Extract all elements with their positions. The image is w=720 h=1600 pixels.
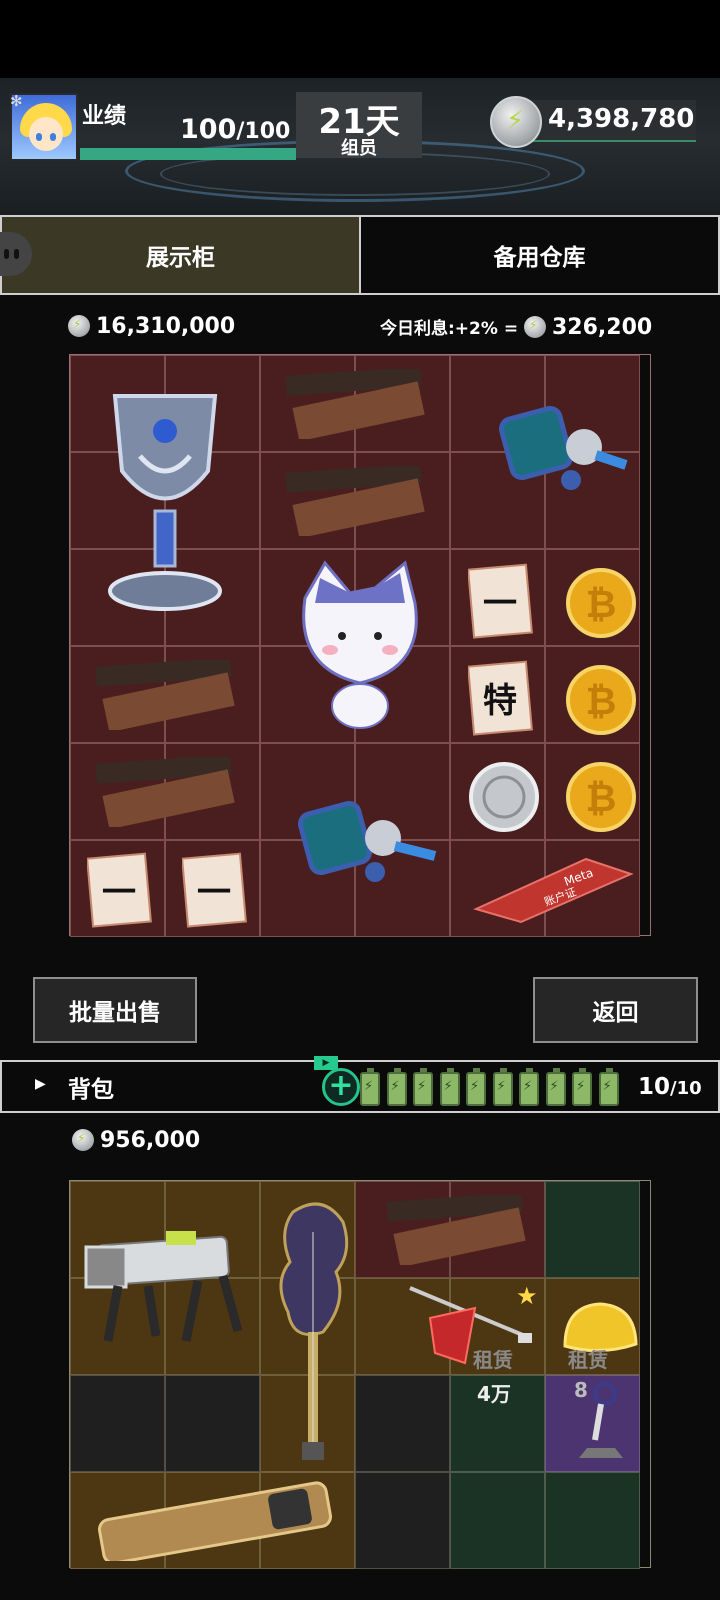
battery-icon — [413, 1068, 433, 1106]
backpack-grid: ★ 租赁 租赁 4万 8 — [69, 1180, 651, 1569]
battery-icon — [572, 1068, 592, 1106]
performance-max: /100 — [236, 119, 291, 144]
performance-value: 100/100 — [180, 114, 290, 145]
display-value-text: 16,310,000 — [96, 314, 236, 339]
backpack-title: 背包 — [68, 1077, 114, 1103]
performance-bar — [80, 148, 296, 160]
energy-coin-icon — [72, 1129, 94, 1151]
bitcoin-icon[interactable]: ₿ — [553, 555, 648, 650]
guitar-icon[interactable] — [265, 1181, 360, 1472]
performance-bar-fill — [80, 148, 296, 160]
bitcoin-icon[interactable]: ₿ — [553, 652, 648, 747]
battery-icon — [386, 1068, 407, 1106]
energy-coin-icon — [68, 315, 90, 337]
cat-plush-icon[interactable] — [265, 550, 455, 740]
card-icon[interactable]: 特 — [456, 652, 546, 742]
bitcoin-icon[interactable]: ₿ — [553, 749, 648, 844]
robot-dog-icon[interactable] — [75, 1201, 260, 1361]
rent-label: 租赁 — [473, 1348, 513, 1372]
battery-icon — [598, 1068, 619, 1106]
backpack-bar[interactable]: ▶ 背包 ▶ + 10/10 — [0, 1056, 720, 1113]
battery-icon — [519, 1068, 539, 1106]
chocolate-box-icon[interactable] — [75, 749, 255, 835]
card-text: 一 — [197, 873, 231, 913]
performance-label: 业绩 — [82, 104, 127, 129]
svg-text:₿: ₿ — [585, 582, 616, 626]
coin-total: 4,398,780 — [548, 104, 695, 134]
star-icon: ★ — [516, 1282, 538, 1310]
battery-current: 10 — [638, 1074, 671, 1100]
svg-text:₿: ₿ — [585, 776, 616, 820]
battery-icon — [360, 1068, 380, 1106]
phone-icon[interactable] — [75, 1476, 355, 1566]
silver-coin-icon[interactable] — [456, 749, 551, 844]
chocolate-box-icon[interactable] — [75, 652, 255, 738]
display-value: 16,310,000 — [68, 314, 235, 339]
chocolate-box-icon[interactable] — [265, 361, 445, 447]
gear-icon[interactable]: ✻ — [10, 92, 23, 110]
interest-value: 326,200 — [552, 315, 653, 340]
trophy-icon[interactable] — [70, 355, 260, 646]
batch-sell-button[interactable]: 批量出售 — [33, 977, 197, 1043]
expand-arrow-icon[interactable]: ▶ — [35, 1076, 46, 1092]
card-text: 特 — [483, 681, 517, 721]
robot-icon[interactable] — [265, 765, 455, 925]
keyring-icon[interactable] — [553, 1375, 648, 1470]
backpack-value-text: 956,000 — [100, 1128, 201, 1153]
chocolate-box-icon[interactable] — [265, 458, 445, 544]
interest-label: 今日利息:+2% = — [380, 319, 519, 339]
battery-count: 10/10 — [638, 1074, 702, 1100]
energy-coin-icon: ⚡ — [490, 96, 542, 148]
rent-label: 租赁 — [568, 1348, 608, 1372]
battery-max: /10 — [670, 1078, 702, 1099]
daily-interest: 今日利息:+2% = 326,200 — [380, 314, 652, 340]
robot-icon[interactable] — [456, 375, 646, 525]
tab-spare-warehouse[interactable]: 备用仓库 — [361, 217, 718, 293]
tab-display-cabinet[interactable]: 展示柜 — [2, 217, 361, 293]
battery-icon — [439, 1068, 460, 1106]
battery-icon — [492, 1068, 513, 1106]
card-icon[interactable]: 一 — [456, 555, 546, 645]
display-cabinet-grid: 一 ₿ 特 ₿ ₿ 一 一 Meta 账户证 — [69, 354, 651, 937]
battery-icon — [545, 1068, 566, 1106]
back-button[interactable]: 返回 — [533, 977, 698, 1043]
rent-price: 4万 — [477, 1382, 511, 1406]
card-icon[interactable]: 一 — [75, 841, 165, 936]
day-sub-label: 组员 — [341, 138, 377, 159]
day-counter: 21天 组员 — [296, 92, 422, 159]
performance-current: 100 — [180, 114, 237, 145]
card-icon[interactable]: 一 — [170, 841, 260, 936]
backpack-value: 956,000 — [72, 1128, 200, 1153]
energy-coin-icon — [524, 316, 546, 338]
red-book-icon[interactable]: Meta 账户证 — [456, 841, 646, 936]
top-status-bar: ✻ 业绩 100/100 21天 组员 ⚡ 4,398,780 — [0, 0, 720, 218]
card-text: 一 — [483, 584, 517, 624]
svg-text:₿: ₿ — [585, 679, 616, 723]
battery-icon — [466, 1068, 486, 1106]
chocolate-box-icon[interactable] — [361, 1187, 551, 1273]
storage-tabs: 展示柜 备用仓库 — [0, 215, 720, 295]
card-text: 一 — [102, 873, 136, 913]
add-battery-button[interactable]: + — [322, 1068, 360, 1106]
